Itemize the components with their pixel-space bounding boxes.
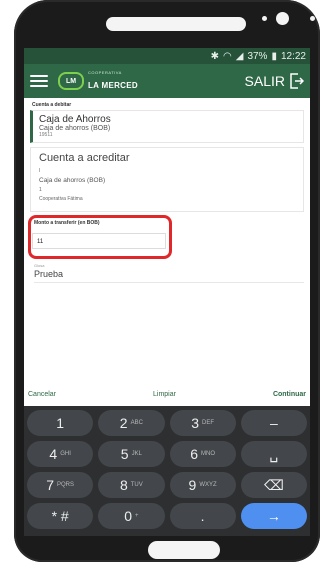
numeric-keypad: 1 2 ABC 3 DEF –4 GHI 5 JKL 6 MNO ␣ 7 PQRS 8 TUV 9 WXYZ ⌫ * … <box>24 406 310 536</box>
keypad-key-label: 9 <box>188 477 197 493</box>
debit-section-label: Cuenta a debitar <box>32 102 72 108</box>
keypad-key-label: 6 <box>190 446 199 462</box>
keypad-key-label: 0 <box>124 508 133 524</box>
status-bar: ✱ ◠ ◢ 37% ▮ 12:22 <box>24 48 310 64</box>
transfer-form: Cuenta a debitar Caja de Ahorros Caja de… <box>24 102 310 283</box>
hamburger-menu-icon[interactable] <box>30 75 48 87</box>
bluetooth-icon: ✱ <box>210 50 219 62</box>
keypad-key-letters: GHI <box>60 451 71 457</box>
credit-account-title: Cuenta a acreditar <box>39 152 130 164</box>
home-button[interactable] <box>148 541 220 559</box>
keypad-key-label: 3 <box>191 415 200 431</box>
keypad-key[interactable]: * # <box>27 503 94 529</box>
phone-sensor <box>262 16 267 21</box>
description-label: Glosa <box>34 263 45 268</box>
brand-logo: LM COOPERATIVA LA MERCED <box>58 70 138 93</box>
keypad-key-label: 5 <box>120 446 129 462</box>
keypad-key[interactable]: – <box>240 410 307 436</box>
keypad-key[interactable]: ␣ <box>240 441 307 467</box>
keypad-key-letters: DEF <box>202 420 215 426</box>
logo-subtitle: COOPERATIVA <box>88 69 122 75</box>
keypad-key[interactable]: 5 JKL <box>98 441 165 467</box>
keypad-key-label: 4 <box>49 446 58 462</box>
keypad-key-label: ␣ <box>269 445 279 462</box>
keypad-key-letters: WXYZ <box>199 482 217 488</box>
clock: 12:22 <box>280 50 306 62</box>
phone-speaker <box>106 17 246 31</box>
keypad-key-label: → <box>266 508 281 524</box>
keypad-key-letters: MNO <box>201 451 216 457</box>
phone-camera <box>276 12 289 25</box>
signal-icon: ◢ <box>235 50 244 62</box>
credit-account-number: 1 <box>39 187 42 193</box>
keypad-key[interactable]: → <box>240 503 307 529</box>
keypad-key-letters: JKL <box>131 451 142 457</box>
keypad-key[interactable]: 4 GHI <box>27 441 94 467</box>
app-screen: ✱ ◠ ◢ 37% ▮ 12:22 LM COOPERATIVA LA MERC… <box>24 48 310 536</box>
battery-icon: ▮ <box>271 50 277 62</box>
keypad-key-letters: PQRS <box>57 482 75 488</box>
keypad-key-label: * # <box>51 508 69 524</box>
app-bar: LM COOPERATIVA LA MERCED SALIR <box>24 64 310 98</box>
keypad-key-label: 2 <box>119 415 128 431</box>
keypad-key[interactable]: ⌫ <box>240 472 307 498</box>
description-input[interactable]: Prueba <box>34 269 304 283</box>
keypad-key-label: ⌫ <box>263 476 284 493</box>
continue-button[interactable]: Continuar <box>273 391 306 398</box>
keypad-key-letters: TUV <box>130 482 143 488</box>
keypad-key-label: 7 <box>46 477 55 493</box>
keypad-key[interactable]: 9 WXYZ <box>169 472 236 498</box>
credit-account-card[interactable]: Cuenta a acreditar I Caja de ahorros (BO… <box>30 147 304 212</box>
wifi-icon: ◠ <box>223 50 232 62</box>
exit-icon[interactable] <box>290 73 304 89</box>
keypad-key-letters: + <box>135 513 139 519</box>
keypad-key-label: 1 <box>56 415 65 431</box>
debit-account-title: Caja de Ahorros <box>39 114 111 125</box>
logo-mark: LM <box>58 72 84 90</box>
debit-account-number: 19511 <box>39 132 53 138</box>
cancel-button[interactable]: Cancelar <box>28 391 56 398</box>
keypad-key[interactable]: 1 <box>27 410 94 436</box>
credit-account-type: Caja de ahorros (BOB) <box>39 177 106 184</box>
exit-button[interactable]: SALIR <box>245 73 285 89</box>
credit-account-name: I <box>39 168 41 174</box>
keypad-key-label: . <box>200 508 205 524</box>
keypad-key-letters: ABC <box>130 420 143 426</box>
clear-button[interactable]: Limpiar <box>153 391 176 398</box>
amount-field-group: Monto a transferir (en BOB) 11 <box>28 215 304 260</box>
phone-sensor <box>310 16 315 21</box>
form-actions: Cancelar Limpiar Continuar <box>24 382 310 406</box>
keypad-key[interactable]: 3 DEF <box>169 410 236 436</box>
keypad-key[interactable]: 2 ABC <box>98 410 165 436</box>
logo-text: LA MERCED <box>88 80 138 90</box>
amount-highlight-annotation <box>28 215 172 259</box>
keypad-key[interactable]: 0 + <box>98 503 165 529</box>
debit-account-type: Caja de ahorros (BOB) <box>39 125 111 132</box>
keypad-key[interactable]: 7 PQRS <box>27 472 94 498</box>
keypad-key[interactable]: . <box>169 503 236 529</box>
keypad-key[interactable]: 8 TUV <box>98 472 165 498</box>
debit-account-card[interactable]: Caja de Ahorros Caja de ahorros (BOB) 19… <box>30 110 304 143</box>
credit-account-bank: Cooperativa Fátima <box>39 196 83 202</box>
keypad-key-label: 8 <box>119 477 128 493</box>
battery-percent: 37% <box>247 50 268 62</box>
keypad-key-label: – <box>269 415 278 431</box>
keypad-key[interactable]: 6 MNO <box>169 441 236 467</box>
